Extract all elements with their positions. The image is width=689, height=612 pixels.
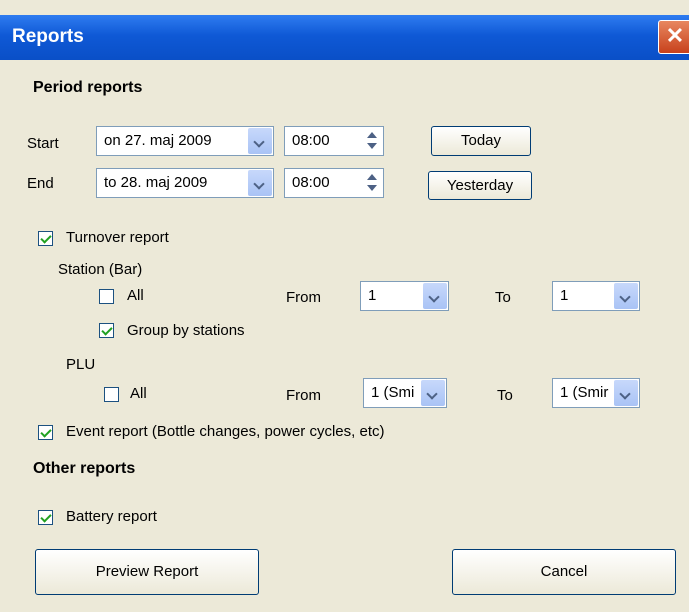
chevron-down-icon[interactable]	[248, 170, 272, 196]
cancel-button[interactable]: Cancel	[452, 549, 676, 595]
station-from-label: From	[286, 289, 321, 306]
plu-from-label: From	[286, 387, 321, 404]
event-report-checkbox[interactable]	[38, 425, 53, 440]
plu-to-label: To	[497, 387, 513, 404]
station-heading: Station (Bar)	[58, 261, 143, 278]
chevron-down-icon[interactable]	[614, 380, 638, 406]
station-to-label: To	[495, 289, 511, 306]
turnover-report-checkbox[interactable]	[38, 231, 53, 246]
plu-to-select[interactable]: 1 (Smir	[552, 378, 640, 408]
turnover-report-label: Turnover report	[66, 229, 169, 246]
plu-heading: PLU	[66, 356, 96, 373]
preview-report-button[interactable]: Preview Report	[35, 549, 259, 595]
end-time-spinner[interactable]: 08:00	[284, 168, 384, 198]
window-title: Reports	[12, 26, 84, 47]
plu-to-value: 1 (Smir	[560, 384, 609, 401]
plu-all-checkbox[interactable]	[104, 387, 119, 402]
today-button[interactable]: Today	[431, 126, 531, 156]
station-from-value: 1	[368, 287, 377, 304]
chevron-down-icon[interactable]	[421, 380, 445, 406]
close-button[interactable]: ✕	[658, 20, 689, 54]
start-time-spinner[interactable]: 08:00	[284, 126, 384, 156]
chevron-down-icon[interactable]	[614, 283, 638, 309]
end-date-value: to 28. maj 2009	[104, 174, 208, 191]
station-all-label: All	[127, 287, 144, 304]
end-date-picker[interactable]: to 28. maj 2009	[96, 168, 274, 198]
start-date-picker[interactable]: on 27. maj 2009	[96, 126, 274, 156]
other-reports-heading: Other reports	[33, 460, 136, 477]
station-to-select[interactable]: 1	[552, 281, 640, 311]
event-report-label: Event report (Bottle changes, power cycl…	[66, 423, 385, 440]
close-icon: ✕	[665, 23, 685, 48]
group-by-stations-label: Group by stations	[127, 322, 245, 339]
battery-report-label: Battery report	[66, 508, 157, 525]
station-all-checkbox[interactable]	[99, 289, 114, 304]
spin-arrows-icon[interactable]	[363, 129, 381, 153]
chevron-down-icon[interactable]	[423, 283, 447, 309]
start-date-value: on 27. maj 2009	[104, 132, 212, 149]
end-time-value: 08:00	[292, 174, 330, 191]
plu-all-label: All	[130, 385, 147, 402]
group-by-stations-checkbox[interactable]	[99, 323, 114, 338]
start-time-value: 08:00	[292, 132, 330, 149]
start-label: Start	[27, 135, 59, 152]
end-label: End	[27, 175, 54, 192]
station-from-select[interactable]: 1	[360, 281, 449, 311]
reports-dialog: Reports ✕ Period reports Start on 27. ma…	[0, 0, 689, 612]
plu-from-value: 1 (Smi	[371, 384, 415, 401]
period-reports-heading: Period reports	[33, 79, 143, 96]
battery-report-checkbox[interactable]	[38, 510, 53, 525]
title-bar[interactable]: Reports	[0, 15, 689, 60]
yesterday-button[interactable]: Yesterday	[428, 171, 532, 200]
chevron-down-icon[interactable]	[248, 128, 272, 154]
station-to-value: 1	[560, 287, 569, 304]
plu-from-select[interactable]: 1 (Smi	[363, 378, 447, 408]
spin-arrows-icon[interactable]	[363, 171, 381, 195]
